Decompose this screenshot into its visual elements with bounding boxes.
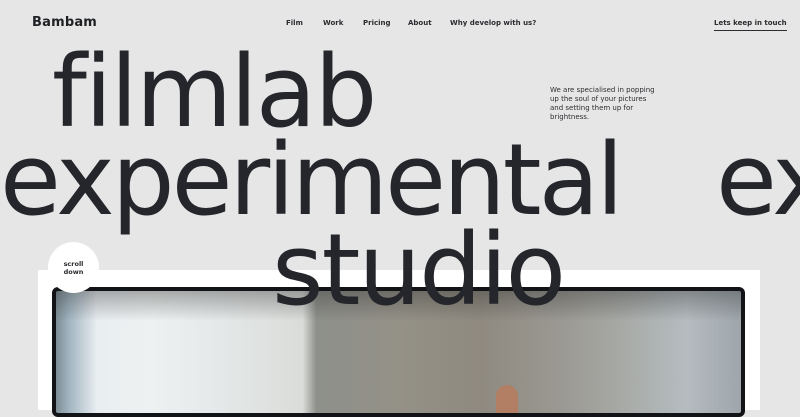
- nav-item-pricing[interactable]: Pricing: [363, 19, 391, 27]
- scroll-down-button[interactable]: scroll down: [48, 242, 99, 293]
- hero-headline-line-3: studio: [272, 213, 566, 328]
- nav-item-why-develop[interactable]: Why develop with us?: [450, 19, 536, 27]
- nav-item-work[interactable]: Work: [323, 19, 343, 27]
- hero-tagline: We are specialised in popping up the sou…: [550, 86, 655, 121]
- photo-subject: [496, 385, 518, 413]
- brand-logo[interactable]: Bambam: [32, 15, 97, 30]
- contact-link[interactable]: Lets keep in touch: [714, 19, 787, 31]
- scroll-down-label: scroll down: [63, 259, 84, 276]
- nav-item-about[interactable]: About: [408, 19, 432, 27]
- nav-item-film[interactable]: Film: [286, 19, 303, 27]
- hero-headline-line-2-repeat: ex: [716, 123, 800, 238]
